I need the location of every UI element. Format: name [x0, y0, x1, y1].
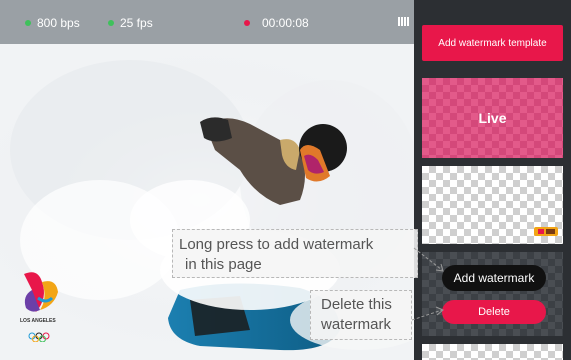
framerate-status-dot-icon: [108, 20, 114, 26]
framerate-value: 25 fps: [120, 16, 153, 30]
bitrate-status-dot-icon: [25, 20, 31, 26]
watermark-tile-label: Live: [478, 110, 507, 126]
logo-text: LOS ANGELES: [20, 318, 56, 324]
recording-time: 00:00:08: [262, 16, 309, 30]
long-press-hint-line2: in this page: [185, 256, 262, 273]
long-press-hint-line1: Long press to add watermark: [179, 236, 374, 253]
add-watermark-template-button[interactable]: Add watermark template: [422, 25, 563, 61]
delete-hint-tooltip: Delete this watermark: [310, 290, 412, 340]
recording-timer: 00:00:08: [244, 16, 309, 30]
status-bar: 800 bps 25 fps 00:00:08: [0, 0, 414, 44]
framerate-indicator: 25 fps: [108, 16, 153, 30]
delete-hint-line1: Delete this: [321, 296, 392, 313]
delete-arrow-icon: [411, 306, 444, 321]
delete-hint-line2: watermark: [321, 316, 392, 333]
long-press-hint-tooltip: Long press to add watermark in this page: [172, 229, 418, 278]
olympic-rings-icon: [28, 332, 50, 342]
watermark-tile-live[interactable]: Live: [422, 78, 563, 158]
watermark-tile-next[interactable]: [422, 344, 563, 360]
bitrate-indicator: 800 bps: [25, 16, 80, 30]
add-watermark-button[interactable]: Add watermark: [442, 265, 546, 291]
recording-dot-icon: [244, 20, 250, 26]
bitrate-value: 800 bps: [37, 16, 80, 30]
signal-bars-icon: [398, 17, 409, 26]
watermark-thumbnail-icon: [534, 227, 558, 236]
delete-watermark-button[interactable]: Delete: [442, 300, 546, 324]
long-press-arrow-icon: [413, 247, 444, 272]
watermark-tile-transparent[interactable]: [422, 166, 563, 244]
